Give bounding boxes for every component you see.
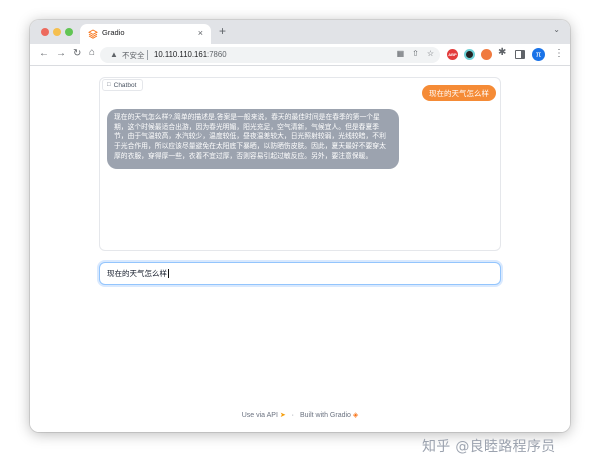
- tab-close-icon[interactable]: ×: [198, 27, 203, 39]
- footer-separator: ·: [291, 412, 295, 419]
- text-caret: [168, 269, 169, 278]
- chatbot-label-text: Chatbot: [113, 81, 137, 89]
- address-bar[interactable]: ▲ 不安全 10.110.110.161:7860 ▦ ⇧ ☆: [100, 47, 440, 63]
- bookmark-star-icon[interactable]: ☆: [427, 49, 434, 58]
- footer: Use via API ➤ · Built with Gradio ◈: [30, 411, 570, 419]
- forward-arrow-icon[interactable]: →: [56, 47, 66, 61]
- chatbot-label: □ Chatbot: [102, 79, 144, 91]
- window-maximize-button[interactable]: [65, 28, 73, 36]
- chatbot-panel[interactable]: □ Chatbot 现在的天气怎么样 现在的天气怎么样?,简单的描述是,答案是一…: [99, 77, 501, 251]
- rocket-icon: ➤: [279, 412, 286, 419]
- extension-circle-icon[interactable]: [464, 49, 475, 60]
- browser-window: Gradio × + ⌄ ← → ↻ ⌂ ▲ 不安全 10.110.110.16…: [30, 20, 570, 432]
- back-arrow-icon[interactable]: ←: [39, 47, 49, 61]
- address-separator: [147, 50, 148, 60]
- profile-avatar[interactable]: π: [532, 48, 545, 61]
- tab-search-chevron-icon[interactable]: ⌄: [553, 25, 560, 34]
- tab-gradio[interactable]: Gradio ×: [80, 24, 211, 44]
- reload-icon[interactable]: ↻: [73, 47, 81, 61]
- extension-orange-icon[interactable]: [481, 49, 492, 60]
- browser-toolbar: ← → ↻ ⌂ ▲ 不安全 10.110.110.161:7860 ▦ ⇧ ☆ …: [30, 44, 570, 66]
- gradio-favicon-icon: [88, 29, 98, 39]
- bot-message: 现在的天气怎么样?,简单的描述是,答案是一般来说，春天的最佳时间是在春季的第一个…: [107, 109, 399, 169]
- gradio-page: □ Chatbot 现在的天气怎么样 现在的天气怎么样?,简单的描述是,答案是一…: [30, 66, 570, 432]
- extensions-puzzle-icon[interactable]: ✱: [498, 47, 506, 58]
- tab-strip: Gradio × + ⌄: [30, 20, 570, 44]
- side-panel-icon[interactable]: [515, 50, 525, 59]
- window-close-button[interactable]: [41, 28, 49, 36]
- message-input-value: 现在的天气怎么样: [107, 269, 167, 278]
- omnibox-actions: ▦ ⇧ ☆: [397, 49, 434, 58]
- adblock-extension-icon[interactable]: ABP: [447, 49, 458, 60]
- url-port: :7860: [207, 50, 227, 59]
- warning-triangle-icon: ▲: [110, 50, 118, 59]
- use-via-api-link[interactable]: Use via API: [242, 412, 278, 419]
- new-tab-button[interactable]: +: [219, 24, 226, 38]
- translate-icon[interactable]: ▦: [397, 49, 405, 58]
- security-label[interactable]: 不安全: [122, 50, 145, 61]
- share-icon[interactable]: ⇧: [412, 49, 419, 58]
- message-input[interactable]: 现在的天气怎么样: [99, 262, 501, 285]
- built-with-gradio-link[interactable]: Built with Gradio: [300, 412, 351, 419]
- user-message: 现在的天气怎么样: [422, 85, 496, 101]
- url-host: 10.110.110.161: [154, 50, 208, 59]
- window-minimize-button[interactable]: [53, 28, 61, 36]
- tab-title: Gradio: [102, 28, 125, 37]
- chat-bubble-icon: □: [107, 82, 111, 88]
- watermark: 知乎 @良睦路程序员: [422, 439, 556, 455]
- menu-kebab-icon[interactable]: ⋮: [554, 47, 564, 61]
- home-icon[interactable]: ⌂: [89, 46, 95, 60]
- url-text[interactable]: 10.110.110.161:7860: [154, 50, 227, 59]
- gradio-logo-icon: ◈: [352, 412, 359, 419]
